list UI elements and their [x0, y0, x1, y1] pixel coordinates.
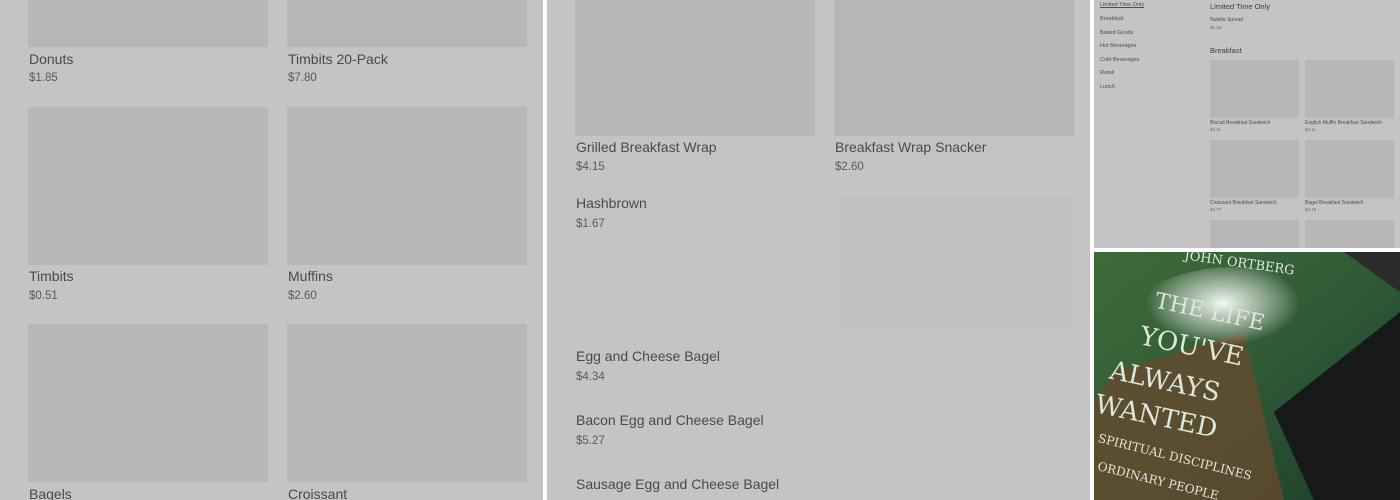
product-name[interactable]: Muffins	[288, 268, 333, 284]
product-price: $1.85	[29, 72, 58, 84]
product-name[interactable]: Sausage Egg and Cheese Bagel	[576, 476, 779, 492]
product-image-hashbrown[interactable]	[841, 196, 1073, 328]
category-nav-retail[interactable]: Retail	[1100, 70, 1114, 77]
menu-panel-middle: Grilled Breakfast Wrap $4.15 Breakfast W…	[547, 0, 1090, 500]
product-name[interactable]: Croissant Breakfast Sandwich	[1210, 200, 1277, 206]
category-nav-baked-goods[interactable]: Baked Goods	[1100, 30, 1133, 37]
product-image-muffins[interactable]	[287, 107, 527, 265]
product-name[interactable]: Donuts	[29, 51, 73, 67]
product-name[interactable]: English Muffin Breakfast Sandwich	[1305, 120, 1382, 126]
product-price: $1.67	[576, 218, 605, 230]
category-nav-breakfast[interactable]: Breakfast	[1100, 16, 1123, 23]
product-price: $7.80	[288, 72, 317, 84]
product-name[interactable]: Nutella Spread	[1210, 17, 1243, 23]
menu-panel-overview: Limited Time Only Breakfast Baked Goods …	[1094, 0, 1400, 248]
product-name[interactable]: Egg and Cheese Bagel	[576, 348, 720, 364]
product-name[interactable]: Hashbrown	[576, 195, 647, 211]
product-price: $2.60	[835, 161, 864, 173]
product-image-timbits[interactable]	[28, 107, 268, 265]
product-name[interactable]: Biscuit Breakfast Sandwich	[1210, 120, 1270, 126]
product-name[interactable]: Bacon Egg and Cheese Bagel	[576, 412, 764, 428]
product-name[interactable]: Bagels	[29, 486, 72, 500]
product-price: $2.60	[288, 290, 317, 302]
product-image-breakfast-wrap-snacker[interactable]	[834, 0, 1074, 136]
product-price: $1.19	[1210, 25, 1222, 30]
product-image[interactable]	[1210, 220, 1299, 248]
product-name[interactable]: Timbits 20-Pack	[288, 51, 388, 67]
product-image-croissant[interactable]	[287, 324, 527, 482]
menu-panel-left: Donuts $1.85 Timbits 20-Pack $7.80 Timbi…	[0, 0, 543, 500]
category-nav-cold-beverages[interactable]: Cold Beverages	[1100, 57, 1139, 64]
product-price: $4.11	[1210, 127, 1221, 132]
product-image-grilled-breakfast-wrap[interactable]	[575, 0, 815, 136]
product-name[interactable]: Timbits	[29, 268, 74, 284]
section-title-breakfast: Breakfast	[1210, 46, 1242, 55]
product-price: $5.27	[576, 435, 605, 447]
book-cover-photo: JOHN ORTBERG THE LIFE YOU'VE ALWAYS WANT…	[1094, 252, 1400, 500]
product-price: $4.34	[576, 371, 605, 383]
category-nav-hot-beverages[interactable]: Hot Beverages	[1100, 43, 1136, 50]
product-image-donuts[interactable]	[28, 0, 268, 47]
product-image-timbits-20-pack[interactable]	[287, 0, 527, 47]
product-price: $4.77	[1210, 207, 1222, 212]
product-price: $4.19	[1305, 207, 1317, 212]
product-image[interactable]	[1305, 220, 1394, 248]
product-image[interactable]	[1210, 140, 1299, 198]
product-name[interactable]: Breakfast Wrap Snacker	[835, 139, 986, 155]
product-image-bagels[interactable]	[28, 324, 268, 482]
product-image[interactable]	[1210, 60, 1299, 118]
product-name[interactable]: Croissant	[288, 486, 347, 500]
product-image[interactable]	[1305, 60, 1394, 118]
product-name[interactable]: Grilled Breakfast Wrap	[576, 139, 717, 155]
section-title-limited-time-only: Limited Time Only	[1210, 2, 1271, 11]
product-name[interactable]: Bagel Breakfast Sandwich	[1305, 200, 1363, 206]
product-price: $0.51	[29, 290, 58, 302]
product-price: $4.15	[576, 161, 605, 173]
product-image[interactable]	[1305, 140, 1394, 198]
category-nav-lunch[interactable]: Lunch	[1100, 84, 1115, 91]
category-nav-limited-time-only[interactable]: Limited Time Only	[1100, 2, 1144, 9]
product-price: $4.11	[1305, 127, 1316, 132]
